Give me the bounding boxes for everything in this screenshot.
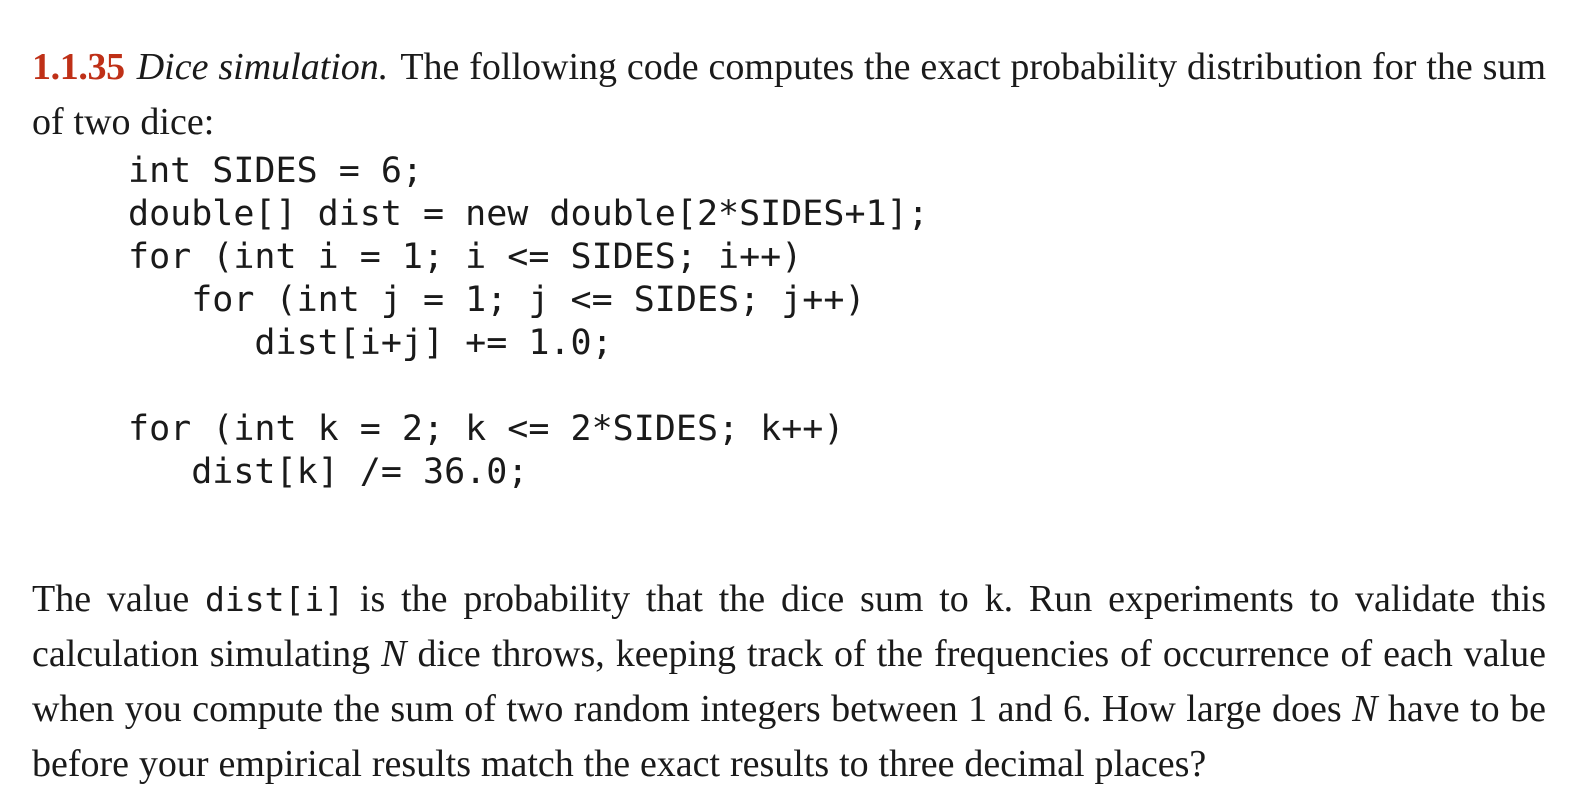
code-line: dist[i+j] += 1.0; <box>128 323 613 363</box>
closing-text-part-1: The value <box>32 578 206 620</box>
code-line: double[] dist = new double[2*SIDES+1]; <box>128 194 929 234</box>
code-listing: int SIDES = 6; double[] dist = new double… <box>128 150 929 494</box>
code-line: for (int k = 2; k <= 2*SIDES; k++) <box>128 409 845 449</box>
inline-code-dist-i: dist[i] <box>205 580 345 619</box>
code-line: for (int i = 1; i <= SIDES; i++) <box>128 237 803 277</box>
code-line: int SIDES = 6; <box>128 151 424 191</box>
exercise-page: 1.1.35 Dice simulation. The following code… <box>0 0 1572 808</box>
code-line: for (int j = 1; j <= SIDES; j++) <box>128 280 866 320</box>
math-variable-n-first: N <box>381 633 407 675</box>
code-block: int SIDES = 6; double[] dist = new double… <box>128 150 929 494</box>
code-line: dist[k] /= 36.0; <box>128 452 529 492</box>
exercise-title: Dice simulation. <box>136 46 389 88</box>
exercise-number: 1.1.35 <box>32 46 125 88</box>
math-variable-n-second: N <box>1352 688 1378 730</box>
exercise-intro-paragraph: 1.1.35 Dice simulation. The following code… <box>32 40 1546 150</box>
exercise-closing-paragraph: The value dist[i] is the probability tha… <box>32 572 1546 792</box>
